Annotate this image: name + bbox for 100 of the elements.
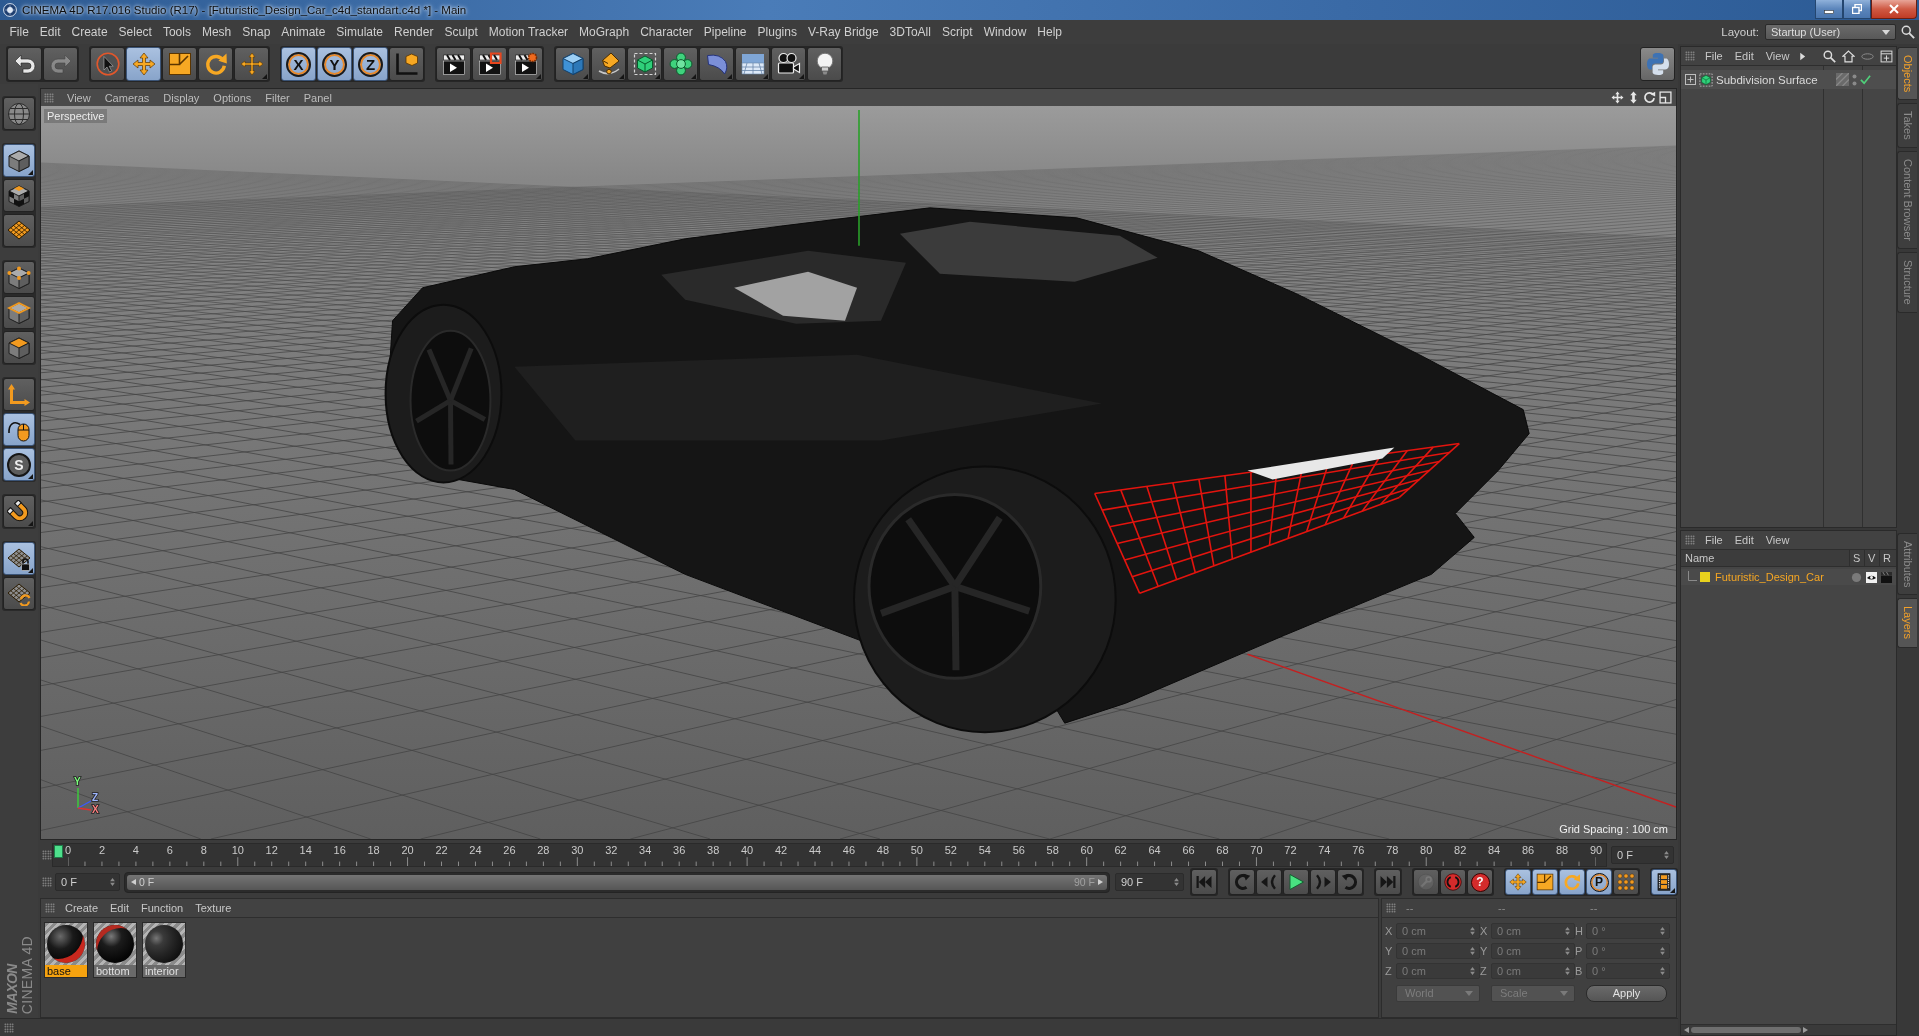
go-to-end-button[interactable] — [1375, 869, 1401, 895]
parameter-key-button[interactable]: P — [1586, 869, 1612, 895]
grip-handle-icon[interactable] — [1685, 535, 1695, 545]
menu-item[interactable]: Edit — [34, 22, 67, 42]
horizontal-scrollbar[interactable] — [1681, 1024, 1896, 1035]
workplane-lock-button[interactable] — [3, 542, 35, 575]
clapperboard-icon[interactable] — [1881, 571, 1892, 583]
scrollbar-thumb[interactable] — [1691, 1027, 1801, 1033]
coordinate-system-button[interactable] — [389, 47, 424, 81]
range-start-handle[interactable]: 0 F — [131, 876, 155, 888]
grip-handle-icon[interactable] — [42, 850, 52, 860]
make-editable-button[interactable] — [3, 97, 35, 130]
scale-key-button[interactable] — [1532, 869, 1558, 895]
current-frame-field[interactable]: 0 F — [1611, 846, 1674, 864]
menu-item[interactable]: Mesh — [196, 22, 237, 42]
material-menu-item[interactable]: Create — [59, 900, 105, 916]
tweak-mode-button[interactable] — [3, 413, 35, 446]
search-button[interactable] — [1901, 25, 1915, 39]
menu-item[interactable]: Sculpt — [438, 22, 484, 42]
cloner-button[interactable] — [663, 47, 698, 81]
side-tab[interactable]: Content Browser — [1897, 151, 1917, 249]
workplane-align-button[interactable] — [3, 577, 35, 610]
rotate-tool-button[interactable] — [198, 47, 233, 81]
axis-lock-button[interactable]: Y — [317, 47, 352, 81]
car-model-drawing[interactable] — [384, 207, 1530, 734]
viewport-menu-item[interactable]: Options — [206, 89, 259, 106]
layer-menu-item[interactable]: View — [1759, 532, 1796, 548]
floor-object-button[interactable] — [735, 47, 770, 81]
timeline-window-button[interactable] — [1651, 869, 1677, 895]
subdivision-surface-button[interactable] — [627, 47, 662, 81]
object-menu-item[interactable]: File — [1699, 48, 1729, 64]
color-swatch-icon[interactable] — [1700, 572, 1710, 582]
menu-item[interactable]: 3DToAll — [884, 22, 937, 42]
menu-item[interactable]: Pipeline — [698, 22, 753, 42]
render-settings-button[interactable] — [508, 47, 543, 81]
check-icon[interactable] — [1860, 74, 1871, 85]
grip-handle-icon[interactable] — [42, 877, 52, 887]
previous-key-button[interactable] — [1229, 869, 1255, 895]
eye-icon[interactable] — [1866, 571, 1877, 583]
autokey-button[interactable] — [1440, 869, 1466, 895]
menu-item[interactable]: Character — [634, 22, 699, 42]
material-tile[interactable]: interior — [142, 922, 186, 978]
object-menu-item[interactable]: Edit — [1728, 48, 1760, 64]
menu-item[interactable]: Simulate — [330, 22, 389, 42]
grip-handle-icon[interactable] — [1685, 51, 1695, 61]
material-menu-item[interactable]: Function — [135, 900, 190, 916]
pan-button[interactable] — [1611, 91, 1624, 104]
pen-tool-button[interactable] — [591, 47, 626, 81]
python-button[interactable] — [1640, 47, 1675, 81]
menu-item[interactable]: Tools — [157, 22, 197, 42]
end-frame-field[interactable]: 90 F — [1115, 873, 1184, 891]
texture-mode-button[interactable] — [3, 179, 35, 212]
viewport-menu-item[interactable]: Display — [156, 89, 207, 106]
position-key-button[interactable] — [1505, 869, 1531, 895]
side-tab[interactable]: Attributes — [1897, 533, 1917, 596]
workplane-mode-button[interactable] — [3, 214, 35, 247]
menu-item[interactable]: File — [4, 22, 35, 42]
layer-menu-item[interactable]: File — [1699, 532, 1729, 548]
select-tool-button[interactable] — [90, 47, 125, 81]
axis-lock-button[interactable]: X — [281, 47, 316, 81]
minimize-button[interactable] — [1815, 0, 1843, 19]
scroll-left-icon[interactable] — [1684, 1027, 1689, 1033]
menu-item[interactable]: Select — [113, 22, 158, 42]
menu-item[interactable]: Snap — [236, 22, 276, 42]
snap-button[interactable] — [3, 495, 35, 528]
new-window-button[interactable] — [1877, 49, 1896, 63]
scroll-right-icon[interactable] — [1803, 1027, 1808, 1033]
material-menu-item[interactable]: Edit — [104, 900, 135, 916]
material-menu-item[interactable]: Texture — [189, 900, 238, 916]
material-tile[interactable]: bottom — [93, 922, 137, 978]
home-button[interactable] — [1839, 49, 1858, 63]
menu-item[interactable]: Render — [388, 22, 439, 42]
transform-tool-button[interactable] — [234, 47, 269, 81]
playhead-marker[interactable] — [54, 845, 63, 858]
side-tab[interactable]: Takes — [1897, 103, 1917, 149]
expand-box-icon[interactable] — [1685, 74, 1696, 85]
deformer-button[interactable] — [699, 47, 734, 81]
menu-item[interactable]: Motion Tracker — [483, 22, 574, 42]
menu-item[interactable]: Window — [978, 22, 1032, 42]
cube-object-button[interactable] — [555, 47, 590, 81]
grip-handle-icon[interactable] — [4, 1022, 14, 1033]
side-tab[interactable]: Structure — [1897, 252, 1917, 313]
layout-dropdown[interactable]: Startup (User) — [1765, 24, 1896, 40]
side-tab[interactable]: Layers — [1897, 598, 1917, 648]
start-frame-field[interactable]: 0 F — [55, 873, 120, 891]
point-level-key-button[interactable] — [1613, 869, 1639, 895]
model-mode-button[interactable] — [3, 144, 35, 177]
layer-row[interactable]: Futuristic_Design_Car — [1681, 569, 1896, 585]
rotation-key-button[interactable] — [1559, 869, 1585, 895]
axis-mode-button[interactable] — [3, 378, 35, 411]
picture-viewer-button[interactable] — [472, 47, 507, 81]
viewport-menu-item[interactable]: Cameras — [97, 89, 157, 106]
points-mode-button[interactable] — [3, 261, 35, 294]
menu-item[interactable]: Animate — [275, 22, 331, 42]
timeline-ruler[interactable]: 0 2 4 6 8 10 12 14 16 18 20 22 24 26 28 30 32 34 36 38 40 42 44 46 48 50 52 54 56 58 60 62 64 66 68 70 72 74 76 78 80 82 84 86 88 90 — [52, 843, 1607, 867]
edges-mode-button[interactable] — [3, 296, 35, 329]
menu-item[interactable]: Help — [1031, 22, 1068, 42]
viewport-menu-item[interactable]: Filter — [258, 89, 297, 106]
go-to-start-button[interactable] — [1191, 869, 1217, 895]
solo-button[interactable]: S — [3, 448, 35, 481]
